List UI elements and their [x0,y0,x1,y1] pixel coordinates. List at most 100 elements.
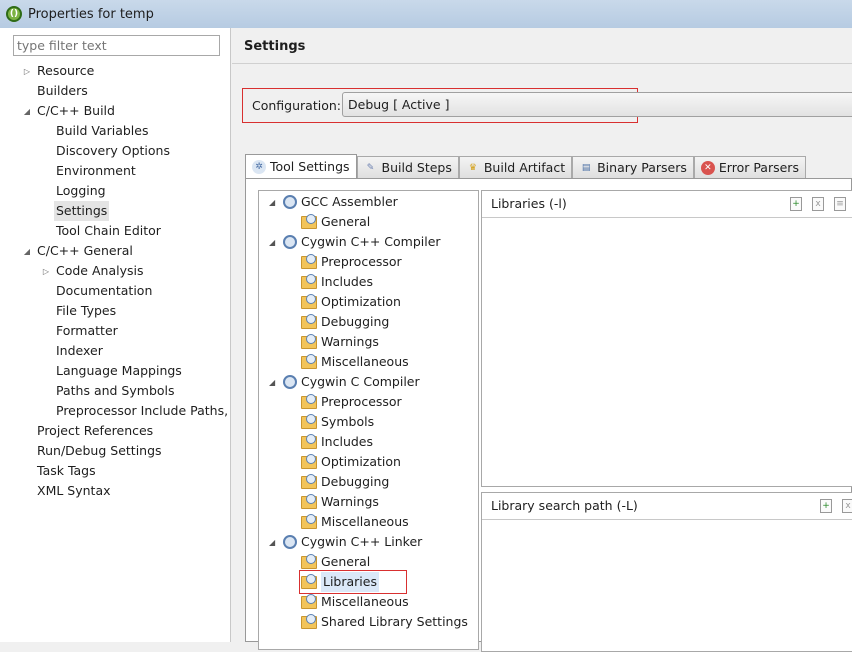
tool-option-item[interactable]: Miscellaneous [301,352,409,372]
tool-tree-label: Debugging [321,314,390,329]
build-steps-icon: ✎ [366,163,375,173]
tool-option-item[interactable]: General [301,552,370,572]
nav-item[interactable]: Run/Debug Settings [37,441,162,461]
tool-option-item[interactable]: Preprocessor [301,392,402,412]
nav-item[interactable]: Formatter [56,321,118,341]
tab-binary-parsers[interactable]: ▤ Binary Parsers [572,156,694,179]
folder-settings-icon [301,273,317,289]
tab-label: Build Steps [381,160,452,175]
nav-item[interactable]: Documentation [56,281,152,301]
tool-tree-label: Warnings [321,494,379,509]
tool-item[interactable]: GCC Assembler [283,192,398,212]
collapse-arrow-icon[interactable]: ◢ [269,238,275,247]
folder-settings-icon [301,553,317,569]
nav-item[interactable]: Language Mappings [56,361,182,381]
folder-settings-icon [301,493,317,509]
tab-tool-settings[interactable]: ✲ Tool Settings [245,154,357,179]
tool-option-item[interactable]: Debugging [301,472,389,492]
tool-tree-label: Cygwin C++ Linker [301,534,423,549]
title-bar: () Properties for temp [0,0,852,28]
nav-item[interactable]: XML Syntax [37,481,111,501]
nav-item[interactable]: Environment [56,161,136,181]
tool-option-item[interactable]: Miscellaneous [301,512,409,532]
collapse-arrow-icon[interactable]: ◢ [21,242,33,262]
delete-icon[interactable]: x [842,499,852,513]
edit-icon[interactable]: ≡ [834,197,846,211]
nav-item[interactable]: Code Analysis [56,261,143,281]
nav-item[interactable]: Discovery Options [56,141,170,161]
nav-item[interactable]: Preprocessor Include Paths, [56,401,228,421]
tool-item[interactable]: Cygwin C++ Compiler [283,232,441,252]
tab-build-artifact[interactable]: ♛ Build Artifact [458,156,573,179]
folder-settings-icon [301,593,317,609]
tool-tree-label: Cygwin C++ Compiler [301,234,441,249]
tab-content: ◢ GCC Assembler General ◢ Cygwin C++ Compile… [245,178,852,652]
tool-tree-label: Preprocessor [321,394,402,409]
delete-icon[interactable]: x [812,197,824,211]
tool-option-item[interactable]: General [301,212,370,232]
expand-arrow-icon[interactable]: ▷ [21,62,33,82]
folder-settings-icon [301,453,317,469]
tool-option-item[interactable]: Warnings [301,492,379,512]
tool-tree-label: Debugging [321,474,390,489]
gear-icon: ✲ [252,160,266,174]
filter-input[interactable] [13,35,220,56]
folder-settings-icon [301,473,317,489]
tool-tree-label: Includes [321,434,374,449]
collapse-arrow-icon[interactable]: ◢ [21,102,33,122]
collapse-arrow-icon[interactable]: ◢ [269,538,275,547]
libraries-title: Libraries (-l) [491,196,567,211]
expand-arrow-icon[interactable]: ▷ [40,262,52,282]
tab-bar: ✲ Tool Settings ✎ Build Steps ♛ Build Artifac… [245,154,806,179]
tool-option-item[interactable]: Debugging [301,312,389,332]
app-icon: () [6,6,22,22]
tool-tree-label: General [321,554,371,569]
tool-option-item[interactable]: Preprocessor [301,252,402,272]
folder-settings-icon [301,333,317,349]
tab-build-steps[interactable]: ✎ Build Steps [356,156,459,179]
nav-item[interactable]: Resource [37,61,94,81]
nav-item[interactable]: Paths and Symbols [56,381,175,401]
nav-item[interactable]: Task Tags [37,461,96,481]
nav-item[interactable]: Builders [37,81,88,101]
tool-option-item[interactable]: Optimization [301,292,401,312]
tool-tree-label: General [321,214,371,229]
nav-item[interactable]: File Types [56,301,116,321]
tab-error-parsers[interactable]: ✕ Error Parsers [693,156,806,179]
nav-item[interactable]: Logging [56,181,106,201]
add-icon[interactable]: + [790,197,802,211]
tab-label: Error Parsers [718,160,799,175]
tool-option-item[interactable]: Symbols [301,412,374,432]
tool-item[interactable]: Cygwin C Compiler [283,372,420,392]
nav-item[interactable]: Indexer [56,341,103,361]
tool-option-item[interactable]: Optimization [301,452,401,472]
tool-option-item[interactable]: Shared Library Settings [301,612,468,632]
page-title: Settings [244,39,306,54]
configuration-label: Configuration: [252,98,341,113]
nav-item[interactable]: Project References [37,421,153,441]
tool-tree: ◢ GCC Assembler General ◢ Cygwin C++ Compile… [258,190,479,650]
nav-item[interactable]: C/C++ General [37,241,133,261]
tool-option-item[interactable]: Warnings [301,332,379,352]
folder-settings-icon [301,393,317,409]
tool-option-item[interactable]: Libraries [299,570,407,594]
folder-settings-icon [301,353,317,369]
tool-item[interactable]: Cygwin C++ Linker [283,532,422,552]
tool-tree-label: Warnings [321,334,379,349]
tool-option-item[interactable]: Includes [301,432,373,452]
configuration-select[interactable]: Debug [ Active ] [342,92,852,117]
nav-item[interactable]: Build Variables [56,121,148,141]
nav-item[interactable]: Tool Chain Editor [56,221,161,241]
nav-item[interactable]: C/C++ Build [37,101,115,121]
collapse-arrow-icon[interactable]: ◢ [269,378,275,387]
tool-option-item[interactable]: Includes [301,272,373,292]
tab-label: Build Artifact [483,160,566,175]
nav-item[interactable]: Settings [54,201,110,221]
folder-settings-icon [301,213,317,229]
tool-option-item[interactable]: Miscellaneous [301,592,409,612]
libraries-pane: Libraries (-l) + x ≡ [481,190,852,487]
add-icon[interactable]: + [820,499,832,513]
collapse-arrow-icon[interactable]: ◢ [269,198,275,207]
settings-panel: Settings Configuration: Debug [ Active ]… [232,28,852,652]
divider [232,63,852,64]
